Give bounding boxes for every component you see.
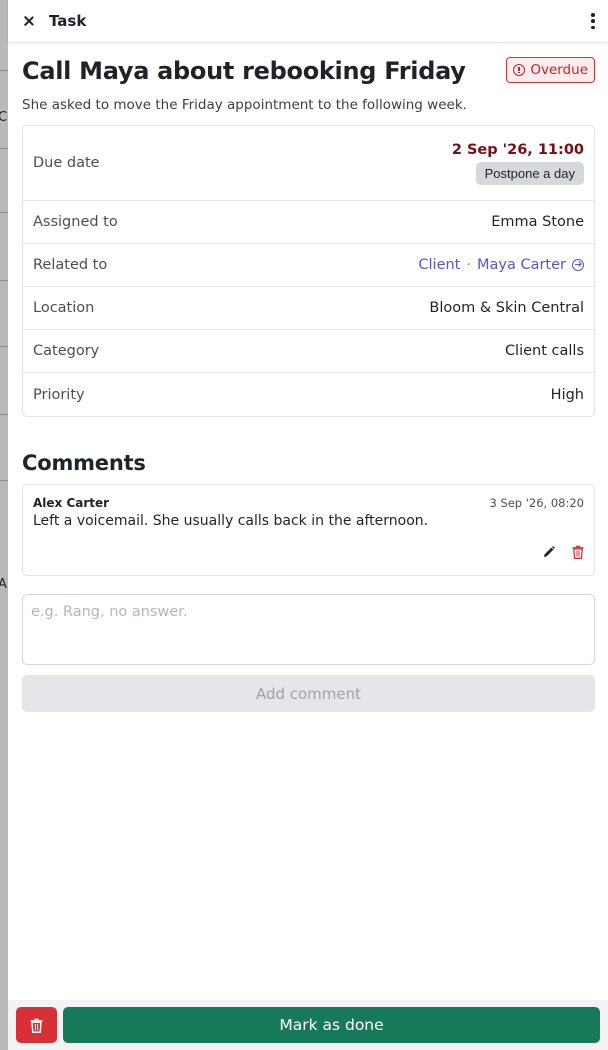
- mark-as-done-button[interactable]: Mark as done: [63, 1007, 600, 1043]
- trash-icon[interactable]: [572, 545, 584, 559]
- detail-row-due-date: Due date 2 Sep '26, 11:00 Postpone a day: [23, 126, 594, 201]
- pencil-icon[interactable]: [542, 545, 556, 559]
- detail-label: Location: [33, 300, 95, 316]
- comment-header: Alex Carter 3 Sep '26, 08:20: [33, 496, 584, 510]
- background-fragment: Al: [0, 577, 8, 592]
- comment-timestamp: 3 Sep '26, 08:20: [489, 496, 584, 510]
- detail-label: Due date: [33, 155, 100, 171]
- comment-actions: [542, 545, 584, 559]
- status-badge-label: Overdue: [530, 62, 588, 78]
- postpone-button[interactable]: Postpone a day: [475, 161, 584, 185]
- task-title: Call Maya about rebooking Friday: [22, 57, 466, 85]
- detail-label: Category: [33, 343, 100, 359]
- assignee-value[interactable]: Emma Stone: [491, 214, 584, 230]
- comment-text: Left a voicemail. She usually calls back…: [33, 513, 429, 529]
- delete-task-button[interactable]: [16, 1007, 57, 1043]
- comment-author: Alex Carter: [33, 496, 110, 510]
- background-fragment: Co: [0, 110, 8, 125]
- comments-heading: Comments: [22, 451, 146, 475]
- priority-value[interactable]: High: [551, 387, 584, 403]
- task-description: She asked to move the Friday appointment…: [22, 97, 467, 113]
- footer-bar: Mark as done: [8, 1000, 608, 1050]
- detail-row-related: Related to Client · Maya Carter: [23, 244, 594, 287]
- related-type-link[interactable]: Client: [418, 257, 460, 273]
- background-app: Co Al: [0, 0, 8, 1050]
- details-table: Due date 2 Sep '26, 11:00 Postpone a day…: [22, 125, 595, 417]
- trash-icon: [30, 1018, 43, 1033]
- add-comment-button[interactable]: Add comment: [22, 675, 595, 712]
- detail-row-assigned: Assigned to Emma Stone: [23, 201, 594, 244]
- comment-card: Alex Carter 3 Sep '26, 08:20 Left a voic…: [22, 484, 595, 576]
- detail-row-category: Category Client calls: [23, 330, 594, 373]
- task-panel: Task Call Maya about rebooking Friday Ov…: [8, 0, 608, 1050]
- alert-circle-icon: [513, 64, 526, 76]
- detail-row-location: Location Bloom & Skin Central: [23, 287, 594, 330]
- location-value[interactable]: Bloom & Skin Central: [429, 300, 584, 316]
- close-icon[interactable]: [22, 14, 36, 28]
- panel-header: Task: [8, 0, 608, 43]
- comment-input[interactable]: [22, 594, 595, 665]
- detail-label: Assigned to: [33, 214, 118, 230]
- detail-label: Related to: [33, 257, 108, 273]
- category-value[interactable]: Client calls: [505, 343, 584, 359]
- related-links: Client · Maya Carter: [418, 257, 584, 273]
- separator: ·: [466, 257, 471, 273]
- arrow-circle-icon[interactable]: [572, 259, 584, 271]
- related-client-link[interactable]: Maya Carter: [477, 257, 566, 273]
- status-badge: Overdue: [506, 57, 595, 83]
- detail-row-priority: Priority High: [23, 373, 594, 416]
- panel-content: Call Maya about rebooking Friday Overdue…: [8, 57, 608, 712]
- title-row: Call Maya about rebooking Friday Overdue: [22, 57, 595, 85]
- due-date-group: 2 Sep '26, 11:00 Postpone a day: [452, 142, 584, 185]
- detail-label: Priority: [33, 386, 85, 403]
- panel-title: Task: [49, 12, 87, 30]
- kebab-menu-icon[interactable]: [590, 13, 596, 29]
- due-date-value[interactable]: 2 Sep '26, 11:00: [452, 142, 584, 158]
